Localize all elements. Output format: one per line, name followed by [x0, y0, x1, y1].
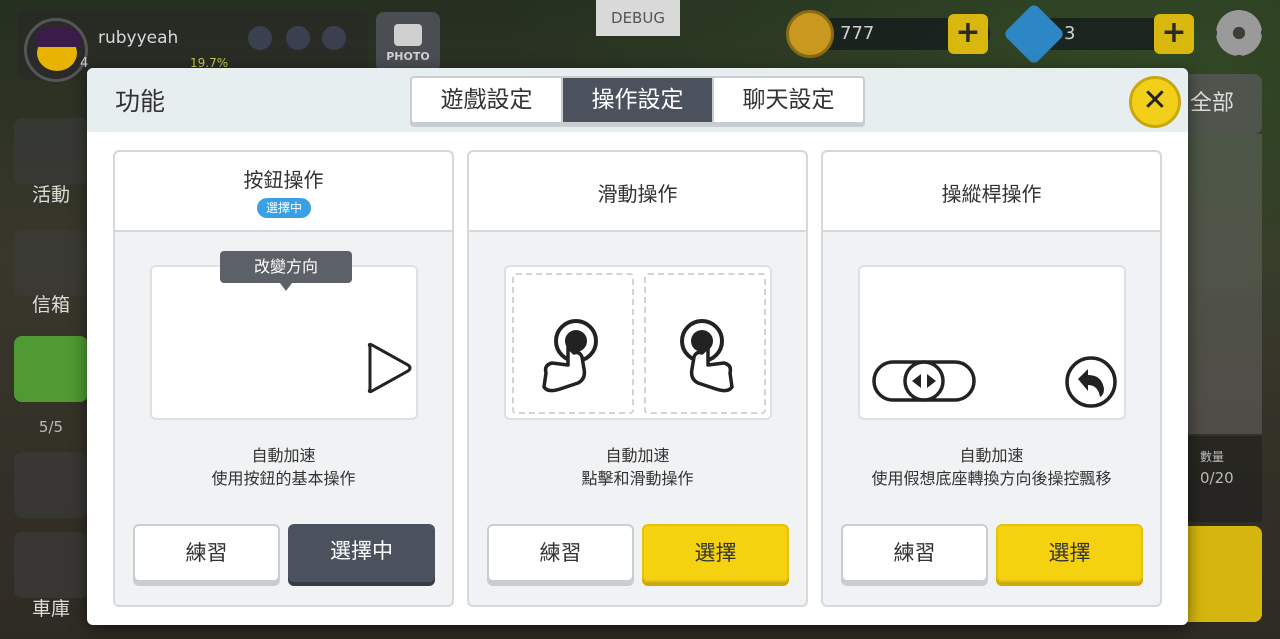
card-description: 自動加速 使用假想底座轉換方向後操控飄移 [823, 444, 1160, 490]
right-action-button[interactable] [1180, 526, 1262, 622]
close-button[interactable]: ✕ [1129, 76, 1181, 128]
coin-icon [786, 10, 834, 58]
filter-tab-label: 全部 [1190, 91, 1235, 116]
right-list-panel [1180, 134, 1262, 434]
tab-chat-settings[interactable]: 聊天設定 [714, 78, 863, 122]
badge-slot-icon [248, 26, 272, 50]
debug-button[interactable]: DEBUG [596, 0, 680, 36]
description-line: 點擊和滑動操作 [581, 469, 694, 488]
sidebar-item-events[interactable] [14, 118, 88, 184]
control-preview [504, 265, 772, 420]
settings-dialog: 功能 遊戲設定 操作設定 聊天設定 ✕ 按鈕操作 選擇中 改變方向 自動加速 使… [87, 68, 1188, 625]
control-card-joystick[interactable]: 操縱桿操作 自動加速 使用假想底座轉換方向後操控飄移 練習 選擇 [821, 150, 1162, 607]
description-line: 自動加速 [251, 446, 316, 465]
practice-button[interactable]: 練習 [133, 524, 280, 582]
practice-button[interactable]: 練習 [841, 524, 988, 582]
gear-icon[interactable] [1216, 10, 1262, 56]
dialog-header: 功能 遊戲設定 操作設定 聊天設定 ✕ [87, 68, 1188, 132]
photo-label: PHOTO [386, 50, 430, 63]
select-button[interactable]: 選擇中 [288, 524, 435, 582]
card-header: 滑動操作 [469, 152, 806, 232]
filter-tab-all[interactable]: 全部 [1180, 74, 1262, 134]
practice-button[interactable]: 練習 [487, 524, 634, 582]
control-card-button[interactable]: 按鈕操作 選擇中 改變方向 自動加速 使用按鈕的基本操作 練習 選擇中 [113, 150, 454, 607]
sidebar-item-count: 5/5 [38, 418, 64, 436]
arrow-button-icon [367, 342, 412, 394]
select-button[interactable]: 選擇 [996, 524, 1143, 582]
avatar[interactable] [24, 18, 88, 82]
camera-icon [394, 24, 422, 46]
card-title: 滑動操作 [597, 182, 678, 206]
card-description: 自動加速 點擊和滑動操作 [469, 444, 806, 490]
card-header: 操縱桿操作 [823, 152, 1160, 232]
control-preview [858, 265, 1126, 420]
add-gems-button[interactable]: + [1154, 14, 1194, 54]
card-title: 操縱桿操作 [941, 182, 1042, 206]
card-header: 按鈕操作 選擇中 [115, 152, 452, 232]
card-description: 自動加速 使用按鈕的基本操作 [115, 444, 452, 490]
settings-tabs: 遊戲設定 操作設定 聊天設定 [410, 76, 865, 124]
tab-game-settings[interactable]: 遊戲設定 [412, 78, 563, 122]
control-preview: 改變方向 [150, 251, 418, 420]
sidebar-item-label: 活動 [31, 184, 70, 206]
description-line: 使用假想底座轉換方向後操控飄移 [871, 469, 1112, 488]
inventory-count-value: 0/20 [1200, 469, 1234, 487]
coin-count: 777 [840, 23, 875, 44]
sidebar-item-label: 信箱 [31, 294, 70, 316]
sidebar-item-mailbox[interactable] [14, 230, 88, 296]
selected-badge: 選擇中 [257, 198, 311, 218]
swipe-hand-icon [680, 319, 734, 393]
avatar-cap [35, 27, 81, 47]
card-title: 按鈕操作 [243, 168, 324, 192]
sidebar-item-label: 車庫 [31, 598, 70, 620]
gift-icon[interactable] [14, 336, 88, 402]
chat-icon[interactable] [14, 452, 88, 518]
dialog-title: 功能 [115, 87, 166, 116]
photo-button[interactable]: PHOTO [376, 12, 440, 72]
inventory-count-label: 數量 [1200, 450, 1225, 464]
tab-control-settings[interactable]: 操作設定 [563, 78, 714, 122]
sidebar-item-garage[interactable] [14, 532, 88, 598]
select-button[interactable]: 選擇 [642, 524, 789, 582]
direction-tooltip: 改變方向 [220, 251, 352, 291]
inventory-count: 數量 0/20 [1180, 436, 1262, 522]
drift-button-icon [1065, 356, 1117, 408]
add-coins-button[interactable]: + [948, 14, 988, 54]
description-line: 使用按鈕的基本操作 [211, 469, 356, 488]
cube-icon [322, 26, 346, 50]
username: rubyyeah [98, 28, 179, 48]
gem-count: 3 [1064, 23, 1076, 44]
level-number: 4 [80, 56, 89, 71]
description-line: 自動加速 [605, 446, 670, 465]
control-card-swipe[interactable]: 滑動操作 自動加速 點擊和滑動操作 練習 選擇 [467, 150, 808, 607]
joystick-base-icon [872, 360, 976, 402]
tap-hand-icon [542, 319, 598, 393]
badge-slot-icon [286, 26, 310, 50]
description-line: 自動加速 [959, 446, 1024, 465]
